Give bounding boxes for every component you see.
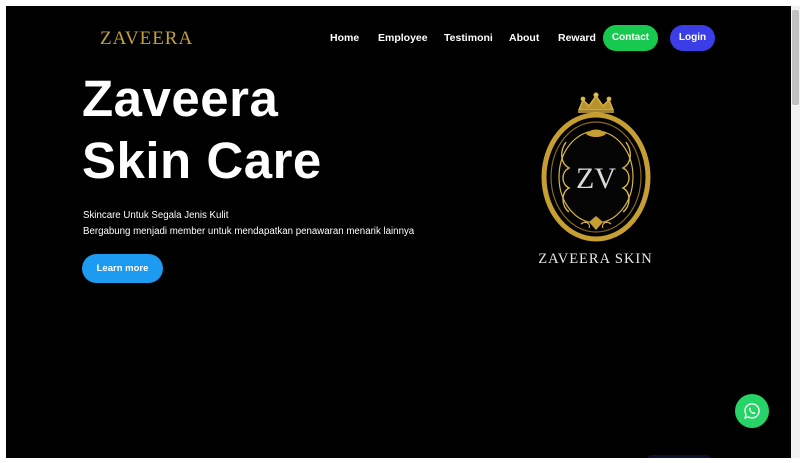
whatsapp-icon — [744, 403, 760, 419]
zaveera-skin-logo: ZV — [541, 92, 651, 242]
nav-reward[interactable]: Reward — [558, 25, 596, 51]
login-button[interactable]: Login — [670, 25, 715, 51]
nav-employee[interactable]: Employee — [378, 25, 428, 51]
logo-monogram: ZV — [576, 162, 616, 195]
nav-testimoni[interactable]: Testimoni — [444, 25, 493, 51]
chat-widget-tab[interactable] — [646, 455, 712, 458]
page-viewport: ZAVEERA Home Employee Testimoni About Re… — [6, 6, 791, 458]
crown-icon — [577, 92, 615, 113]
hero-title-line-1: Zaveera — [82, 70, 279, 127]
contact-button[interactable]: Contact — [603, 25, 658, 51]
nav-home[interactable]: Home — [330, 25, 359, 51]
learn-more-button[interactable]: Learn more — [82, 254, 163, 283]
hero-subtitle: Skincare Untuk Segala Jenis Kulit Bergab… — [83, 208, 414, 240]
nav-about[interactable]: About — [509, 25, 539, 51]
whatsapp-button[interactable] — [735, 394, 769, 428]
hero-subtitle-line-1: Skincare Untuk Segala Jenis Kulit — [83, 210, 229, 221]
scrollbar-thumb[interactable] — [792, 10, 799, 105]
logo-caption: ZAVEERA SKIN — [538, 251, 653, 267]
brand-logo-text[interactable]: ZAVEERA — [100, 28, 193, 50]
hero-title-line-2: Skin Care — [82, 132, 322, 189]
page-scrollbar[interactable] — [791, 6, 800, 458]
hero-subtitle-line-2: Bergabung menjadi member untuk mendapatk… — [83, 226, 415, 237]
hero-title: Zaveera Skin Care — [82, 68, 322, 192]
